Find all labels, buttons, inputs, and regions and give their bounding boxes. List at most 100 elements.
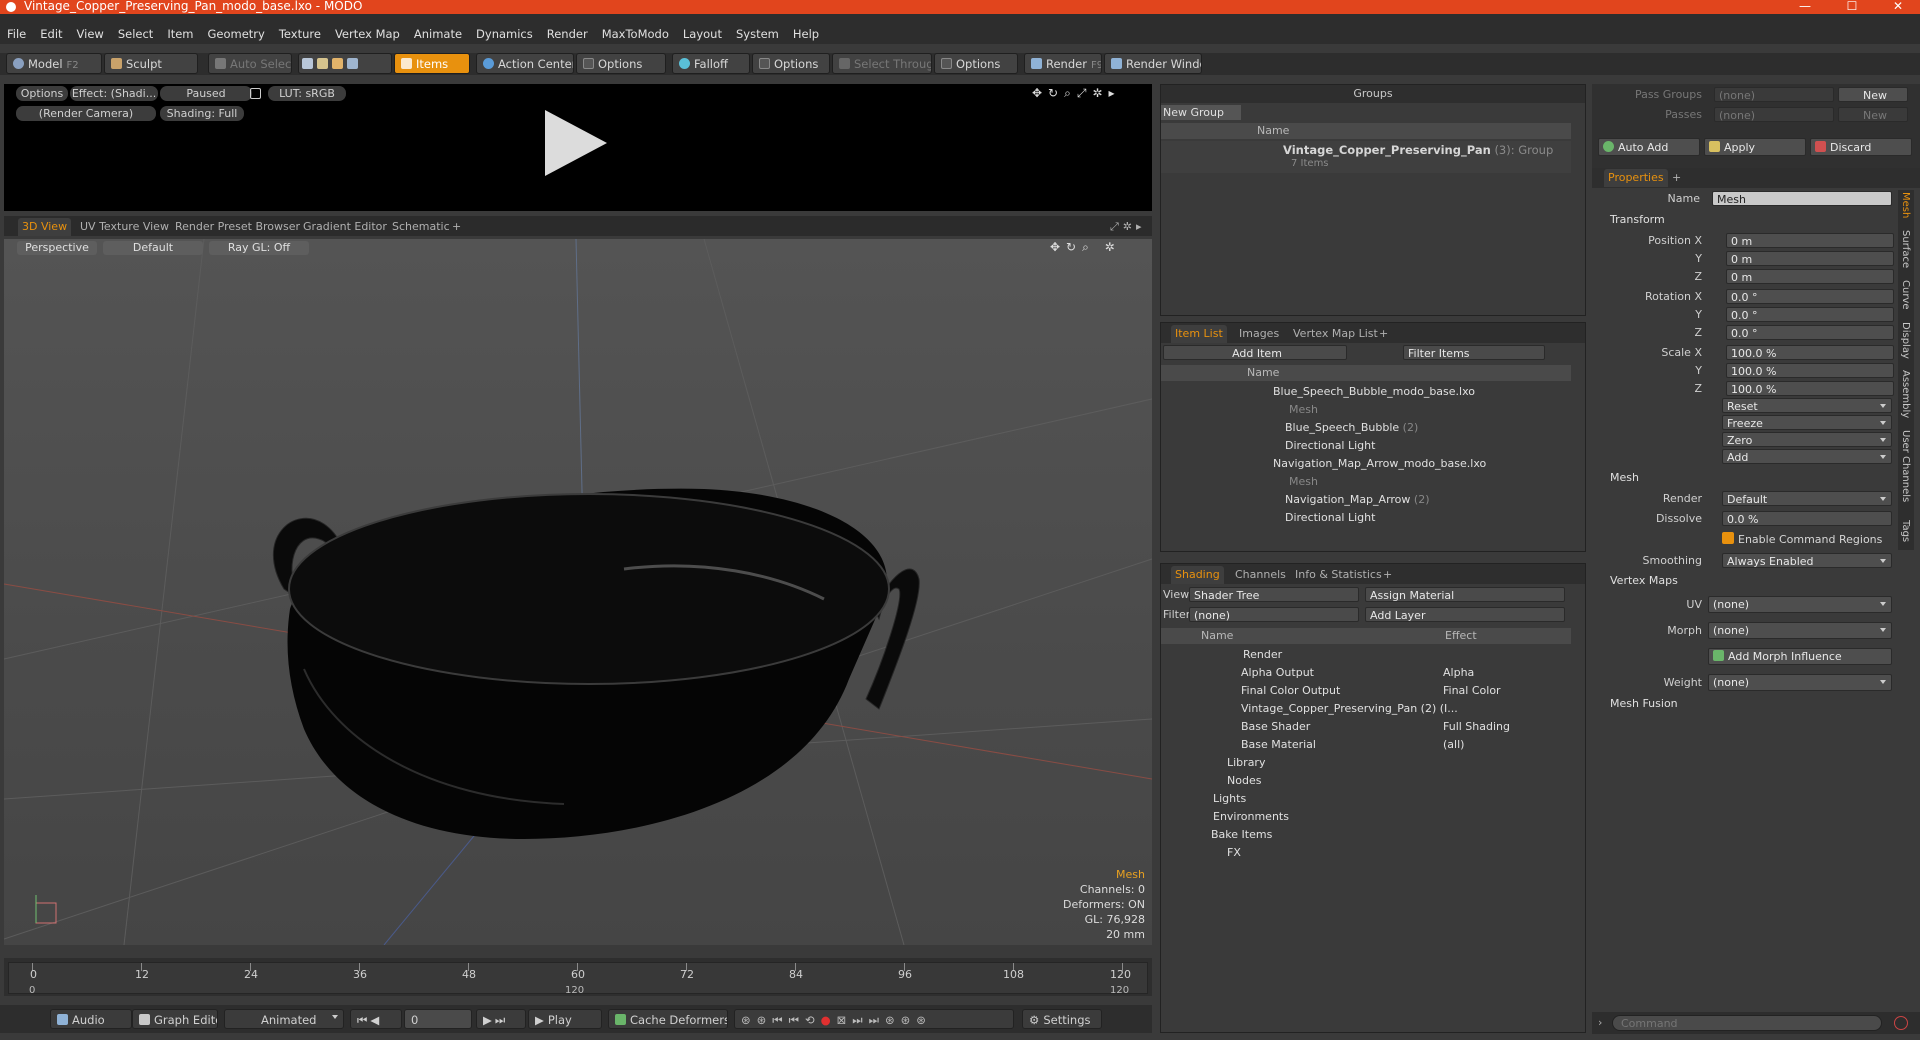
play-button[interactable]: ▶ Play xyxy=(528,1009,602,1029)
shader-row[interactable]: Render xyxy=(1161,646,1571,664)
minimize-button[interactable]: — xyxy=(1785,0,1825,14)
action-center-options-button[interactable]: Options xyxy=(576,53,666,74)
side-tab-surface[interactable]: Surface xyxy=(1900,230,1911,268)
tab-render-preset-browser[interactable]: Render Preset Browser xyxy=(175,218,300,236)
menu-layout[interactable]: Layout xyxy=(676,24,729,44)
step-forward-buttons[interactable]: ▶⏭ xyxy=(476,1009,526,1029)
auto-add-button[interactable]: Auto Add xyxy=(1598,138,1700,156)
list-item[interactable]: Directional Light xyxy=(1161,437,1571,455)
rotation-y-field[interactable]: 0.0 ° xyxy=(1726,307,1894,322)
shader-row[interactable]: FX xyxy=(1161,844,1571,862)
cache-deformers-button[interactable]: Cache Deformers xyxy=(608,1009,728,1029)
pass-groups-dropdown[interactable]: (none) xyxy=(1714,87,1834,102)
menu-edit[interactable]: Edit xyxy=(33,24,69,44)
menu-render[interactable]: Render xyxy=(540,24,595,44)
mesh-fusion-section[interactable]: Mesh Fusion xyxy=(1610,695,1678,713)
group-row[interactable]: Vintage_Copper_Preserving_Pan (3): Group… xyxy=(1161,141,1571,173)
view-dropdown[interactable]: Shader Tree xyxy=(1189,587,1359,602)
select-through-button[interactable]: Select Through xyxy=(832,53,932,74)
render-window-button[interactable]: Render Window xyxy=(1104,53,1202,74)
render-button[interactable]: Render F9 xyxy=(1024,53,1102,74)
items-button[interactable]: Items xyxy=(394,53,470,74)
animated-dropdown[interactable]: Animated xyxy=(224,1009,344,1029)
tab-channels[interactable]: Channels xyxy=(1235,566,1286,584)
render-dropdown[interactable]: Default xyxy=(1722,491,1892,506)
rotation-x-field[interactable]: 0.0 ° xyxy=(1726,289,1894,304)
position-x-field[interactable]: 0 m xyxy=(1726,233,1894,248)
add-layer-dropdown[interactable]: Add Layer xyxy=(1365,607,1565,622)
menu-view[interactable]: View xyxy=(70,24,111,44)
transform-section[interactable]: Transform xyxy=(1610,211,1665,229)
tab-vertex-map-list[interactable]: Vertex Map List xyxy=(1293,325,1378,343)
select-options-button[interactable]: Options xyxy=(934,53,1018,74)
side-tab-mesh[interactable]: Mesh xyxy=(1900,192,1911,218)
preview-camera-dropdown[interactable]: (Render Camera) xyxy=(16,106,156,121)
add-morph-influence-button[interactable]: Add Morph Influence xyxy=(1708,648,1892,665)
vertex-mode-icon[interactable] xyxy=(302,58,313,69)
menu-vertex-map[interactable]: Vertex Map xyxy=(328,24,407,44)
list-item[interactable]: Mesh xyxy=(1161,401,1571,419)
tab-add[interactable]: + xyxy=(1379,325,1388,343)
preview-shading-dropdown[interactable]: Shading: Full xyxy=(160,106,244,121)
lock-icon[interactable] xyxy=(250,88,261,99)
menu-dynamics[interactable]: Dynamics xyxy=(469,24,540,44)
scale-x-field[interactable]: 100.0 % xyxy=(1726,345,1894,360)
tab-shading[interactable]: Shading xyxy=(1171,566,1224,584)
zero-dropdown[interactable]: Zero xyxy=(1722,432,1892,447)
side-tab-tags[interactable]: Tags xyxy=(1900,520,1911,542)
new-group-button[interactable]: New Group xyxy=(1161,105,1241,120)
assign-material-dropdown[interactable]: Assign Material xyxy=(1365,587,1565,602)
settings-button[interactable]: ⚙ Settings xyxy=(1022,1009,1102,1029)
enable-command-regions-checkbox[interactable]: Enable Command Regions xyxy=(1722,532,1892,548)
preview-paused-button[interactable]: Paused xyxy=(160,86,252,101)
tab-3d-view[interactable]: 3D View xyxy=(18,218,72,236)
reset-dropdown[interactable]: Reset xyxy=(1722,398,1892,413)
rotation-z-field[interactable]: 0.0 ° xyxy=(1726,325,1894,340)
action-center-button[interactable]: Action Center xyxy=(476,53,574,74)
falloff-options-button[interactable]: Options xyxy=(752,53,830,74)
tab-add[interactable]: + xyxy=(1383,566,1392,584)
weight-dropdown[interactable]: (none) xyxy=(1708,674,1892,691)
shader-row[interactable]: Library xyxy=(1161,754,1571,772)
position-z-field[interactable]: 0 m xyxy=(1726,269,1894,284)
list-item[interactable]: Navigation_Map_Arrow (2) xyxy=(1161,491,1571,509)
tab-item-list[interactable]: Item List xyxy=(1171,325,1227,343)
tab-images[interactable]: Images xyxy=(1239,325,1279,343)
shader-row[interactable]: Environments xyxy=(1161,808,1571,826)
add-dropdown[interactable]: Add xyxy=(1722,449,1892,464)
shader-row[interactable]: Base Shader Full Shading xyxy=(1161,718,1571,736)
shading-default-dropdown[interactable]: Default xyxy=(103,241,203,255)
name-field[interactable]: Mesh xyxy=(1712,191,1892,206)
freeze-dropdown[interactable]: Freeze xyxy=(1722,415,1892,430)
menu-texture[interactable]: Texture xyxy=(272,24,328,44)
tab-add[interactable]: + xyxy=(452,218,461,236)
list-item[interactable]: Blue_Speech_Bubble_modo_base.lxo xyxy=(1161,383,1571,401)
auto-select-button[interactable]: Auto Select xyxy=(208,53,292,74)
apply-button[interactable]: Apply xyxy=(1704,138,1806,156)
scale-y-field[interactable]: 100.0 % xyxy=(1726,363,1894,378)
shader-row[interactable]: Base Material (all) xyxy=(1161,736,1571,754)
menu-file[interactable]: File xyxy=(0,24,33,44)
menu-item[interactable]: Item xyxy=(160,24,200,44)
edge-mode-icon[interactable] xyxy=(317,58,328,69)
new-pass-button[interactable]: New xyxy=(1838,107,1908,122)
frame-input[interactable]: 0 xyxy=(404,1009,472,1029)
command-input[interactable] xyxy=(1612,1015,1882,1031)
raygl-dropdown[interactable]: Ray GL: Off xyxy=(209,241,309,255)
preview-options-button[interactable]: Options xyxy=(16,86,68,101)
morph-dropdown[interactable]: (none) xyxy=(1708,622,1892,639)
side-tab-user-channels[interactable]: User Channels xyxy=(1900,430,1911,502)
preview-nav-icons[interactable]: ✥↻⌕⤢✲▸ xyxy=(1032,86,1136,100)
shader-row[interactable]: Lights xyxy=(1161,790,1571,808)
vertex-maps-section[interactable]: Vertex Maps xyxy=(1610,572,1678,590)
position-y-field[interactable]: 0 m xyxy=(1726,251,1894,266)
list-item[interactable]: Mesh xyxy=(1161,473,1571,491)
maximize-button[interactable]: ☐ xyxy=(1832,0,1872,14)
record-icon[interactable] xyxy=(1894,1016,1908,1030)
mesh-section[interactable]: Mesh xyxy=(1610,469,1639,487)
add-item-dropdown[interactable]: Add Item xyxy=(1163,345,1347,360)
shader-row[interactable]: Bake Items xyxy=(1161,826,1571,844)
scale-z-field[interactable]: 100.0 % xyxy=(1726,381,1894,396)
tab-info-statistics[interactable]: Info & Statistics xyxy=(1295,566,1382,584)
list-item[interactable]: Navigation_Map_Arrow_modo_base.lxo xyxy=(1161,455,1571,473)
